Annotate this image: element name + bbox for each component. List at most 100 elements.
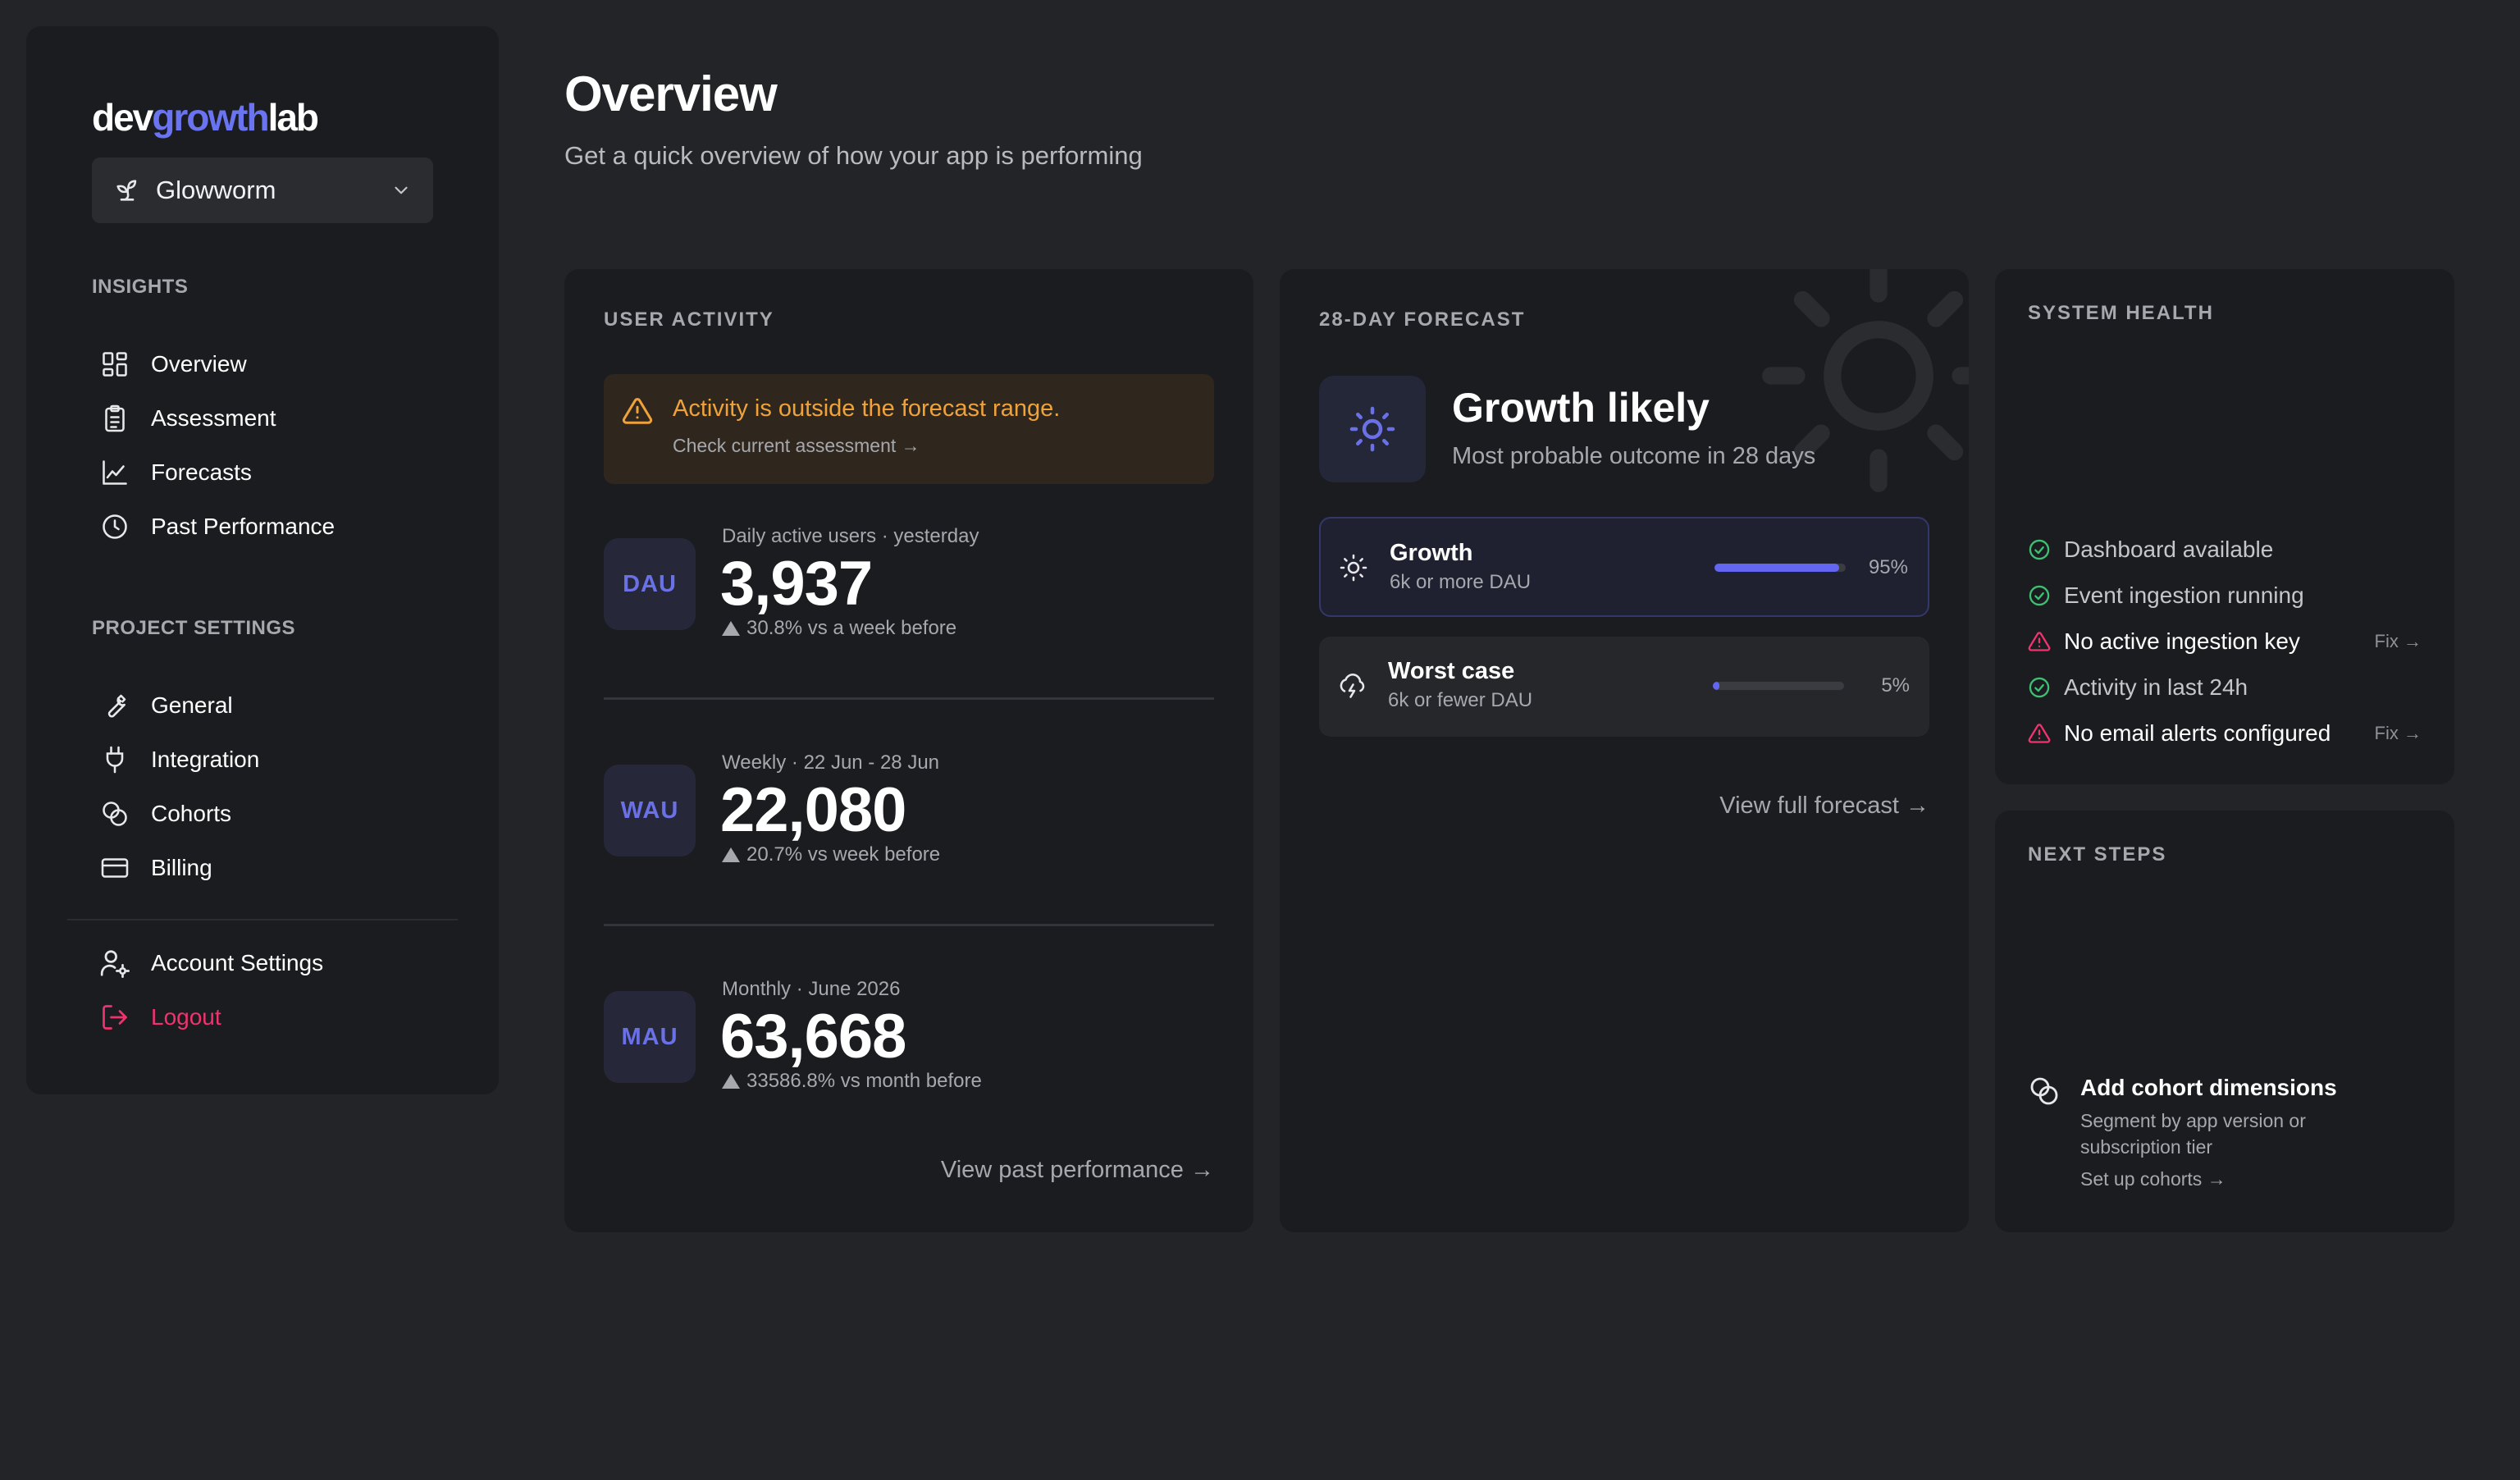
- sun-icon: [1339, 553, 1368, 582]
- probability-bar-fill: [1714, 564, 1839, 572]
- sprout-icon: [113, 176, 141, 204]
- plug-icon: [98, 743, 131, 776]
- scenario-desc: 6k or more DAU: [1390, 571, 1532, 593]
- sidebar-item-label: Assessment: [151, 405, 276, 431]
- check-circle-icon: [2028, 584, 2052, 607]
- fix-ingestion-key-link[interactable]: Fix →: [2375, 631, 2422, 652]
- clipboard-icon: [98, 402, 131, 435]
- next-step-title: Add cohort dimensions: [2080, 1075, 2337, 1100]
- sidebar-item-account-settings[interactable]: Account Settings: [98, 940, 323, 986]
- page-subtitle: Get a quick overview of how your app is …: [564, 141, 1143, 170]
- scenario-name: Worst case: [1388, 658, 1515, 684]
- scenario-growth[interactable]: Growth 6k or more DAU 95%: [1319, 517, 1929, 617]
- warning-icon: [2028, 722, 2052, 745]
- sidebar-item-general[interactable]: General: [98, 683, 233, 729]
- scenario-desc: 6k or fewer DAU: [1388, 689, 1533, 711]
- health-item-ingestion: Event ingestion running: [2028, 579, 2422, 612]
- sidebar-item-label: Account Settings: [151, 950, 324, 975]
- forecast-alert: Activity is outside the forecast range. …: [604, 374, 1214, 484]
- chevron-down-icon: [390, 180, 412, 201]
- card-label: USER ACTIVITY: [604, 308, 774, 331]
- warning-icon: [622, 395, 653, 427]
- alert-title: Activity is outside the forecast range.: [673, 395, 1061, 422]
- metric-mau: MAU Monthly · June 2026 63,668 33586.8% …: [604, 978, 1214, 1109]
- metric-caption: Monthly · June 2026: [722, 978, 901, 1000]
- probability-bar: [1714, 564, 1846, 572]
- sidebar-item-label: Forecasts: [151, 459, 252, 485]
- sidebar-item-assessment[interactable]: Assessment: [98, 395, 276, 441]
- sidebar-item-label: Billing: [151, 855, 212, 880]
- metric-caption: Daily active users · yesterday: [722, 525, 979, 547]
- sidebar-item-label: Logout: [151, 1004, 221, 1030]
- cohorts-icon: [2028, 1075, 2061, 1108]
- sidebar-item-billing[interactable]: Billing: [98, 845, 212, 891]
- page-title: Overview: [564, 66, 778, 121]
- sidebar-item-overview[interactable]: Overview: [98, 341, 247, 387]
- sidebar-item-label: Cohorts: [151, 801, 232, 826]
- view-full-forecast-link[interactable]: View full forecast →: [1719, 793, 1929, 820]
- metric-delta: 30.8% vs a week before: [722, 617, 956, 640]
- health-item-ingestion-key: No active ingestion key Fix →: [2028, 625, 2422, 658]
- forecast-subtitle: Most probable outcome in 28 days: [1452, 443, 1816, 469]
- trend-up-icon: [722, 1074, 740, 1089]
- insights-section-label: INSIGHTS: [92, 276, 189, 298]
- check-assessment-link[interactable]: Check current assessment →: [673, 435, 920, 457]
- brand-logo[interactable]: devgrowthlab: [92, 95, 319, 139]
- check-circle-icon: [2028, 538, 2052, 561]
- metric-badge: WAU: [604, 765, 696, 856]
- next-step-desc: Segment by app version or subscription t…: [2080, 1110, 2306, 1158]
- sidebar-item-integration[interactable]: Integration: [98, 737, 259, 783]
- view-past-performance-link[interactable]: View past performance →: [941, 1157, 1214, 1184]
- health-item-email-alerts: No email alerts configured Fix →: [2028, 717, 2422, 750]
- metric-value: 22,080: [720, 775, 906, 845]
- sidebar: devgrowthlab Glowworm INSIGHTS Overview …: [26, 26, 499, 1094]
- metric-dau: DAU Daily active users · yesterday 3,937…: [604, 525, 1214, 656]
- credit-card-icon: [98, 852, 131, 884]
- sidebar-divider: [67, 919, 458, 920]
- probability-bar: [1713, 682, 1844, 690]
- project-name: Glowworm: [156, 176, 276, 204]
- sun-icon: [1348, 404, 1397, 454]
- clock-icon: [98, 510, 131, 543]
- system-health-card: SYSTEM HEALTH Dashboard available Event …: [1995, 269, 2454, 784]
- metric-divider: [604, 924, 1214, 926]
- metric-badge: DAU: [604, 538, 696, 630]
- card-label: SYSTEM HEALTH: [2028, 302, 2214, 324]
- forecast-title: Growth likely: [1452, 385, 1710, 431]
- check-circle-icon: [2028, 676, 2052, 699]
- cohorts-icon: [98, 797, 131, 830]
- scenario-percent: 5%: [1881, 674, 1910, 697]
- sidebar-item-forecasts[interactable]: Forecasts: [98, 450, 252, 496]
- project-selector[interactable]: Glowworm: [92, 158, 433, 223]
- scenario-percent: 95%: [1868, 556, 1908, 578]
- metric-delta: 20.7% vs week before: [722, 843, 940, 866]
- metric-caption: Weekly · 22 Jun - 28 Jun: [722, 751, 940, 774]
- metric-wau: WAU Weekly · 22 Jun - 28 Jun 22,080 20.7…: [604, 751, 1214, 883]
- metric-delta: 33586.8% vs month before: [722, 1070, 982, 1093]
- user-activity-card: USER ACTIVITY Activity is outside the fo…: [564, 269, 1253, 1232]
- metric-divider: [604, 697, 1214, 700]
- scenario-name: Growth: [1390, 540, 1473, 566]
- trend-up-icon: [722, 847, 740, 862]
- health-item-activity: Activity in last 24h: [2028, 671, 2422, 704]
- storm-cloud-icon: [1337, 671, 1367, 701]
- metric-value: 3,937: [720, 549, 873, 619]
- user-settings-icon: [98, 947, 131, 980]
- line-chart-icon: [98, 456, 131, 489]
- sidebar-item-cohorts[interactable]: Cohorts: [98, 791, 231, 837]
- probability-bar-fill: [1713, 682, 1719, 690]
- fix-email-alerts-link[interactable]: Fix →: [2375, 723, 2422, 744]
- sidebar-item-logout[interactable]: Logout: [98, 994, 221, 1040]
- sidebar-item-label: Past Performance: [151, 514, 336, 539]
- trend-up-icon: [722, 621, 740, 636]
- metric-badge: MAU: [604, 991, 696, 1083]
- sidebar-item-label: Overview: [151, 351, 247, 377]
- forecast-card: 28-DAY FORECAST Growth likely Most proba…: [1280, 269, 1969, 1232]
- scenario-worst-case[interactable]: Worst case 6k or fewer DAU 5%: [1319, 637, 1929, 737]
- sidebar-item-past-performance[interactable]: Past Performance: [98, 504, 335, 550]
- logout-icon: [98, 1001, 131, 1034]
- wrench-icon: [98, 689, 131, 722]
- set-up-cohorts-link[interactable]: Set up cohorts →: [2080, 1168, 2226, 1190]
- sidebar-item-label: Integration: [151, 747, 260, 772]
- warning-icon: [2028, 630, 2052, 653]
